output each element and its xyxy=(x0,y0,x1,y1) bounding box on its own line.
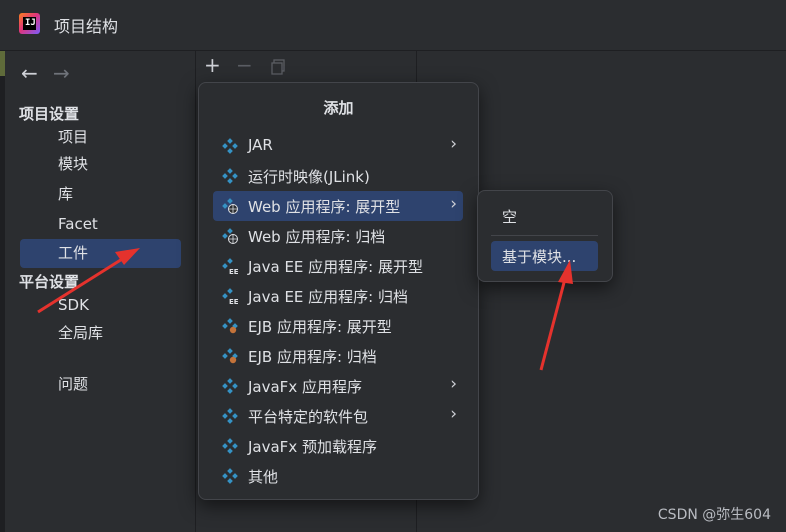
sidebar-item-libraries[interactable]: 库 xyxy=(20,180,181,209)
menu-item-label: Java EE 应用程序: 展开型 xyxy=(248,258,423,276)
menu-item[interactable]: EJB 应用程序: 展开型 xyxy=(213,311,463,341)
menu-item-label: JavaFx 应用程序 xyxy=(248,378,362,396)
ejb-icon xyxy=(222,318,238,334)
menu-item-label: 平台特定的软件包 xyxy=(248,408,369,426)
artifact-icon xyxy=(222,168,238,184)
section-project-settings: 项目设置 xyxy=(19,105,80,123)
add-artifact-popup: 添加 JAR › 运行时映像(JLink) Web 应用程序: 展开型 › Web 应用程… xyxy=(198,82,479,500)
ejb-icon xyxy=(222,348,238,364)
web-app-icon xyxy=(222,198,238,214)
javaee-icon: EE xyxy=(222,288,239,306)
back-arrow-icon[interactable]: ← xyxy=(21,61,38,85)
watermark: CSDN @弥生604 xyxy=(657,507,771,523)
artifact-icon xyxy=(222,438,238,454)
section-platform-settings: 平台设置 xyxy=(19,273,80,291)
menu-item-label: 其他 xyxy=(248,468,279,486)
popup-title: 添加 xyxy=(323,99,354,117)
sidebar-item-global-libraries[interactable]: 全局库 xyxy=(20,319,181,348)
sidebar-item-modules[interactable]: 模块 xyxy=(20,150,181,179)
menu-item[interactable]: EE Java EE 应用程序: 展开型 xyxy=(213,251,463,281)
sidebar-item-problems[interactable]: 问题 xyxy=(20,370,181,399)
sidebar-item-sdk[interactable]: SDK xyxy=(20,291,181,320)
web-app-icon xyxy=(222,228,238,244)
svg-text:EE: EE xyxy=(229,298,238,304)
menu-item[interactable]: Web 应用程序: 展开型 › xyxy=(213,191,463,221)
artifact-icon xyxy=(222,378,238,394)
add-icon[interactable]: + xyxy=(204,53,221,77)
chevron-right-icon: › xyxy=(450,404,457,424)
window-title: 项目结构 xyxy=(54,17,119,36)
menu-item[interactable]: JAR › xyxy=(213,131,463,161)
sidebar-item-project[interactable]: 项目 xyxy=(20,123,181,152)
menu-item-label: EJB 应用程序: 展开型 xyxy=(248,318,392,336)
menu-item[interactable]: EJB 应用程序: 归档 xyxy=(213,341,463,371)
menu-item-label: Web 应用程序: 归档 xyxy=(248,228,386,246)
menu-item[interactable]: JavaFx 预加载程序 xyxy=(213,431,463,461)
submenu-item-label: 基于模块... xyxy=(502,248,577,266)
submenu-item-empty[interactable]: 空 xyxy=(491,201,598,231)
menu-item[interactable]: JavaFx 应用程序 › xyxy=(213,371,463,401)
menu-item[interactable]: 运行时映像(JLink) xyxy=(213,161,463,191)
intellij-logo-icon: IJ xyxy=(19,13,40,34)
menu-item-label: EJB 应用程序: 归档 xyxy=(248,348,377,366)
menu-item[interactable]: 平台特定的软件包 › xyxy=(213,401,463,431)
javaee-icon: EE xyxy=(222,258,239,276)
chevron-right-icon: › xyxy=(450,374,457,394)
chevron-right-icon: › xyxy=(450,134,457,154)
menu-item-label: JAR xyxy=(248,136,273,154)
menu-item[interactable]: EE Java EE 应用程序: 归档 xyxy=(213,281,463,311)
title-bar: IJ 项目结构 xyxy=(0,0,786,51)
remove-icon[interactable]: − xyxy=(236,53,253,77)
submenu-item-label: 空 xyxy=(502,208,518,226)
menu-item-label: JavaFx 预加载程序 xyxy=(248,438,377,456)
menu-item-label: Web 应用程序: 展开型 xyxy=(248,198,401,216)
menu-item[interactable]: 其他 xyxy=(213,461,463,491)
submenu-separator xyxy=(491,235,598,236)
artifact-icon xyxy=(222,468,238,484)
svg-text:EE: EE xyxy=(229,268,238,274)
web-app-submenu: 空 基于模块... xyxy=(477,190,613,282)
menu-item-label: 运行时映像(JLink) xyxy=(248,168,370,186)
jar-icon xyxy=(222,138,238,154)
sidebar-item-facets[interactable]: Facet xyxy=(20,210,181,239)
sidebar: ← → 项目设置 项目 模块 库 Facet 工件 平台设置 SDK 全局库 问… xyxy=(5,51,196,532)
menu-item[interactable]: Web 应用程序: 归档 xyxy=(213,221,463,251)
sidebar-item-artifacts[interactable]: 工件 xyxy=(20,239,181,268)
chevron-right-icon: › xyxy=(450,194,457,214)
copy-icon[interactable] xyxy=(270,56,286,80)
artifact-icon xyxy=(222,408,238,424)
menu-item-label: Java EE 应用程序: 归档 xyxy=(248,288,408,306)
submenu-item-from-module[interactable]: 基于模块... xyxy=(491,241,598,271)
forward-arrow-icon[interactable]: → xyxy=(53,61,70,85)
